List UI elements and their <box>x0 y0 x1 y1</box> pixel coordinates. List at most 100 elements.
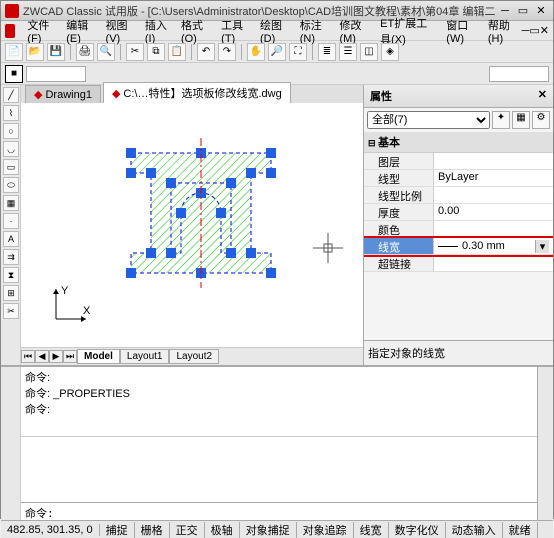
property-hint: 指定对象的线宽 <box>364 340 553 365</box>
grid-toggle[interactable]: 栅格 <box>135 522 170 538</box>
line-tool[interactable]: ╱ <box>3 87 19 103</box>
doc-close-button[interactable]: ✕ <box>540 24 549 37</box>
maximize-button[interactable]: ▭ <box>515 4 531 18</box>
arc-tool[interactable]: ◡ <box>3 141 19 157</box>
lwt-toggle[interactable]: 线宽 <box>354 522 389 538</box>
dropdown-icon[interactable]: ▾ <box>535 240 549 253</box>
props-panel-title: 属性 <box>370 88 392 104</box>
menu-window[interactable]: 窗口(W) <box>440 17 482 45</box>
coordinates: 482.85, 301.35, 0 <box>1 524 100 536</box>
command-input[interactable]: 命令: <box>21 502 537 520</box>
tab-current[interactable]: ◆C:\…特性】选项板修改线宽.dwg <box>103 82 291 103</box>
drawing-object[interactable] <box>111 133 311 293</box>
menu-modify[interactable]: 修改(M) <box>333 17 374 45</box>
prop-linetype[interactable]: ByLayer <box>434 170 553 186</box>
point-tool[interactable]: · <box>3 213 19 229</box>
tab-drawing1[interactable]: ◆Drawing1 <box>25 85 101 103</box>
menu-view[interactable]: 视图(V) <box>100 17 139 45</box>
prop-lineweight: 0.30 mm▾ <box>434 238 553 254</box>
osnap-toggle[interactable]: 对象捕捉 <box>240 522 297 538</box>
doc-max-button[interactable]: ▭ <box>529 24 539 37</box>
prop-lineweight-row[interactable]: 线宽0.30 mm▾ <box>364 238 553 255</box>
svg-text:X: X <box>83 305 91 317</box>
tab-last[interactable]: ⏭ <box>63 350 77 363</box>
open-button[interactable]: 📂 <box>26 43 44 61</box>
cursor-crosshair-icon <box>313 233 343 263</box>
layer-combo[interactable] <box>26 66 86 82</box>
pan-button[interactable]: ✋ <box>247 43 265 61</box>
close-button[interactable]: ✕ <box>533 4 549 18</box>
save-button[interactable]: 💾 <box>47 43 65 61</box>
menu-draw[interactable]: 绘图(D) <box>254 17 294 45</box>
app-logo-icon <box>5 4 19 18</box>
linetype-combo[interactable] <box>489 66 549 82</box>
redo-button[interactable]: ↷ <box>218 43 236 61</box>
prop-ltscale[interactable] <box>434 187 553 203</box>
minimize-button[interactable]: ─ <box>497 4 513 18</box>
cut-button[interactable]: ✂ <box>126 43 144 61</box>
menu-tools[interactable]: 工具(T) <box>215 17 254 45</box>
toggle-pim-button[interactable]: ⚙ <box>532 111 550 129</box>
paste-button[interactable]: 📋 <box>168 43 186 61</box>
print-button[interactable]: 🖨 <box>76 43 94 61</box>
layout1-tab[interactable]: Layout1 <box>120 349 170 364</box>
block-button[interactable]: ◫ <box>360 43 378 61</box>
color-picker[interactable]: ■ <box>5 65 23 83</box>
props-close-icon[interactable]: ✕ <box>538 88 547 104</box>
drawing-canvas[interactable]: XY <box>21 103 363 347</box>
menu-dim[interactable]: 标注(N) <box>294 17 334 45</box>
command-history: 命令: 命令: _PROPERTIES 命令: <box>21 367 537 437</box>
select-objs-button[interactable]: ▦ <box>512 111 530 129</box>
quick-select-button[interactable]: ✦ <box>492 111 510 129</box>
prop-layer[interactable] <box>434 153 553 169</box>
tab-first[interactable]: ⏮ <box>21 350 35 363</box>
preview-button[interactable]: 🔍 <box>97 43 115 61</box>
menu-file[interactable]: 文件(F) <box>21 17 60 45</box>
layer-button[interactable]: ≣ <box>318 43 336 61</box>
props-button[interactable]: ☰ <box>339 43 357 61</box>
model-tab[interactable]: Model <box>77 349 120 364</box>
doc-min-button[interactable]: ─ <box>522 25 530 37</box>
tab-prev[interactable]: ◀ <box>35 350 49 363</box>
menu-help[interactable]: 帮助(H) <box>482 17 522 45</box>
tab-next[interactable]: ▶ <box>49 350 63 363</box>
otrack-toggle[interactable]: 对象追踪 <box>297 522 354 538</box>
mirror-tool[interactable]: ⧗ <box>3 267 19 283</box>
hatch-tool[interactable]: ▦ <box>3 195 19 211</box>
doc-logo-icon <box>5 24 15 38</box>
scrollbar[interactable] <box>537 367 553 520</box>
menu-format[interactable]: 格式(O) <box>175 17 215 45</box>
layout2-tab[interactable]: Layout2 <box>169 349 219 364</box>
menu-insert[interactable]: 插入(I) <box>139 17 175 45</box>
ortho-toggle[interactable]: 正交 <box>170 522 205 538</box>
circle-tool[interactable]: ○ <box>3 123 19 139</box>
ready-label: 就绪 <box>503 522 538 538</box>
dyn-toggle[interactable]: 动态输入 <box>446 522 503 538</box>
polar-toggle[interactable]: 极轴 <box>205 522 240 538</box>
menu-edit[interactable]: 编辑(E) <box>60 17 99 45</box>
pline-tool[interactable]: ⌇ <box>3 105 19 121</box>
zoom-ext-button[interactable]: ⛶ <box>289 43 307 61</box>
prop-hyperlink[interactable] <box>434 255 553 271</box>
misc-button[interactable]: ◈ <box>381 43 399 61</box>
zoom-button[interactable]: 🔎 <box>268 43 286 61</box>
undo-button[interactable]: ↶ <box>197 43 215 61</box>
new-button[interactable]: 📄 <box>5 43 23 61</box>
copy-button[interactable]: ⧉ <box>147 43 165 61</box>
prop-thickness[interactable]: 0.00 <box>434 204 553 220</box>
rect-tool[interactable]: ▭ <box>3 159 19 175</box>
left-toolbar: ╱ ⌇ ○ ◡ ▭ ⬭ ▦ · A ⇉ ⧗ ⊞ ✂ <box>1 85 21 365</box>
ellipse-tool[interactable]: ⬭ <box>3 177 19 193</box>
menu-bar: 文件(F) 编辑(E) 视图(V) 插入(I) 格式(O) 工具(T) 绘图(D… <box>1 21 553 41</box>
snap-toggle[interactable]: 捕捉 <box>100 522 135 538</box>
array-tool[interactable]: ⊞ <box>3 285 19 301</box>
selection-combo[interactable]: 全部(7) <box>367 111 490 129</box>
properties-panel: 属性✕ 全部(7) ✦ ▦ ⚙ 基本 图层 线型ByLayer 线型比例 厚度0… <box>363 85 553 365</box>
group-basic[interactable]: 基本 <box>364 132 553 153</box>
trim-tool[interactable]: ✂ <box>3 303 19 319</box>
tablet-toggle[interactable]: 数字化仪 <box>389 522 446 538</box>
text-tool[interactable]: A <box>3 231 19 247</box>
offset-tool[interactable]: ⇉ <box>3 249 19 265</box>
prop-color[interactable] <box>434 221 553 237</box>
layout-tabs: ⏮◀▶⏭ Model Layout1 Layout2 <box>21 347 363 365</box>
